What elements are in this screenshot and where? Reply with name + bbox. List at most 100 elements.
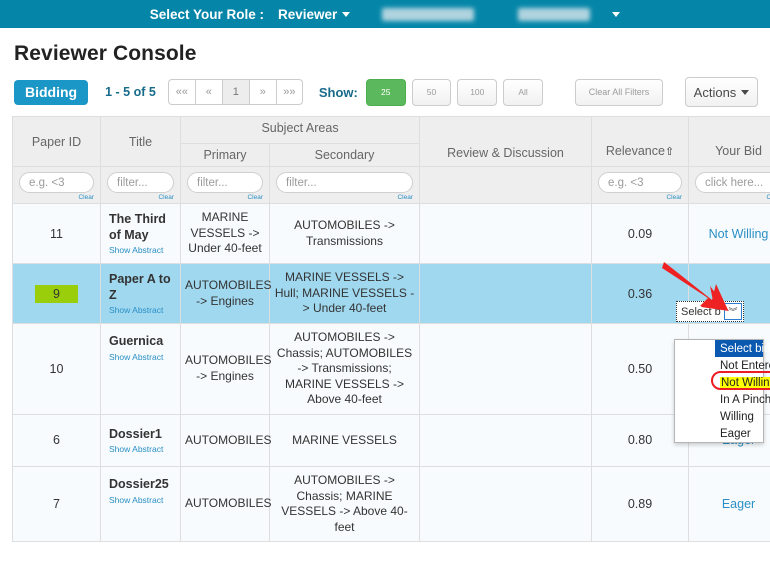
clear-filter-secondary[interactable]: Clear xyxy=(276,194,413,201)
cell-primary-subject: AUTOMOBILES -> Engines xyxy=(181,264,270,324)
clear-filter-primary[interactable]: Clear xyxy=(187,194,263,201)
role-dropdown-value: Reviewer xyxy=(278,7,337,22)
bid-option-in-a-pinch[interactable]: In A Pinch xyxy=(715,391,763,408)
column-header-subject-areas: Subject Areas xyxy=(181,117,420,144)
column-header-secondary[interactable]: Secondary xyxy=(270,144,420,167)
bid-option-willing[interactable]: Willing xyxy=(715,408,763,425)
actions-dropdown-button[interactable]: Actions xyxy=(685,77,758,107)
page-size-all-button[interactable]: All xyxy=(503,79,543,106)
cell-your-bid[interactable]: Eager xyxy=(689,466,770,541)
filter-input-relevance[interactable] xyxy=(598,172,682,193)
table-row[interactable]: 6 Dossier1 Show Abstract AUTOMOBILES MAR… xyxy=(13,414,770,466)
redacted-menu-item xyxy=(518,8,590,21)
filter-input-secondary[interactable] xyxy=(276,172,413,193)
filter-cell-title: Clear xyxy=(101,167,181,204)
show-abstract-link[interactable]: Show Abstract xyxy=(109,495,176,505)
column-header-relevance[interactable]: Relevance⇧ xyxy=(592,117,689,167)
filter-input-your-bid[interactable] xyxy=(695,172,770,193)
clear-filter-title[interactable]: Clear xyxy=(107,194,174,201)
table-row[interactable]: 11 The Third of May Show Abstract MARINE… xyxy=(13,204,770,264)
bid-option-not-entered[interactable]: Not Entered xyxy=(715,357,763,374)
table-row[interactable]: 7 Dossier25 Show Abstract AUTOMOBILES AU… xyxy=(13,466,770,541)
caret-down-icon-secondary[interactable] xyxy=(612,12,620,17)
pagination-control[interactable]: «« « 1 » »» xyxy=(168,79,303,105)
bid-option-eager[interactable]: Eager xyxy=(715,425,763,442)
cell-paper-id: 6 xyxy=(13,414,101,466)
table-header: Paper ID Title Subject Areas Review & Di… xyxy=(13,117,770,204)
filter-input-paper-id[interactable] xyxy=(19,172,94,193)
column-header-review-discussion[interactable]: Review & Discussion xyxy=(420,117,592,167)
bid-value-link[interactable]: Not Willing xyxy=(709,227,769,241)
filter-cell-secondary: Clear xyxy=(270,167,420,204)
relevance-label: Relevance xyxy=(606,144,665,158)
filter-row: Clear Clear Clear Clear Clear Clear xyxy=(13,167,770,204)
paper-title: Guernica xyxy=(109,334,163,348)
show-label: Show: xyxy=(319,85,358,100)
sort-ascending-icon: ⇧ xyxy=(665,146,674,158)
column-header-paper-id[interactable]: Paper ID xyxy=(13,117,101,167)
cell-title: Dossier25 Show Abstract xyxy=(101,466,181,541)
cell-primary-subject: AUTOMOBILES xyxy=(181,414,270,466)
cell-relevance: 0.36 xyxy=(592,264,689,324)
bid-option-not-willing-label: Not Willing xyxy=(720,377,770,389)
cell-review-discussion xyxy=(420,204,592,264)
page-size-50-button[interactable]: 50 xyxy=(412,79,452,106)
pager-prev-button[interactable]: « xyxy=(195,79,222,105)
filter-cell-review-discussion xyxy=(420,167,592,204)
clear-filter-your-bid[interactable]: Clear xyxy=(695,194,770,201)
bid-select-value: Select b xyxy=(681,306,721,318)
bid-option-select-bid[interactable]: Select bid... xyxy=(715,340,763,357)
bid-select-widget[interactable]: Select b ︾ Select bid... Not Entered Not… xyxy=(676,301,744,322)
bidding-tab[interactable]: Bidding xyxy=(14,80,88,105)
pager-last-button[interactable]: »» xyxy=(276,79,303,105)
cell-title: Guernica Show Abstract xyxy=(101,324,181,415)
page-size-100-button[interactable]: 100 xyxy=(457,79,497,106)
paper-title: The Third of May xyxy=(109,212,166,242)
show-abstract-link[interactable]: Show Abstract xyxy=(109,444,176,454)
bid-select-options-list[interactable]: Select bid... Not Entered Not Willing In… xyxy=(674,339,764,443)
cell-paper-id: 7 xyxy=(13,466,101,541)
clear-all-filters-button[interactable]: Clear All Filters xyxy=(575,79,663,106)
pager-page-1-button[interactable]: 1 xyxy=(222,79,249,105)
cell-review-discussion xyxy=(420,264,592,324)
page-size-25-button[interactable]: 25 xyxy=(366,79,406,106)
paper-title: Dossier25 xyxy=(109,477,169,491)
cell-title: The Third of May Show Abstract xyxy=(101,204,181,264)
filter-cell-your-bid: Clear xyxy=(689,167,770,204)
paper-title: Paper A to Z xyxy=(109,272,171,302)
cell-review-discussion xyxy=(420,324,592,415)
column-header-title[interactable]: Title xyxy=(101,117,181,167)
page-title: Reviewer Console xyxy=(0,28,770,66)
table-row[interactable]: 9 Paper A to Z Show Abstract AUTOMOBILES… xyxy=(13,264,770,324)
clear-filter-paper-id[interactable]: Clear xyxy=(19,194,94,201)
bid-value-link[interactable]: Eager xyxy=(722,497,755,511)
cell-review-discussion xyxy=(420,466,592,541)
cell-paper-id: 9 xyxy=(13,264,101,324)
filter-input-primary[interactable] xyxy=(187,172,263,193)
redacted-user-name xyxy=(382,8,474,21)
cell-title: Dossier1 Show Abstract xyxy=(101,414,181,466)
cell-your-bid[interactable]: Not Willing xyxy=(689,204,770,264)
chevron-down-icon[interactable]: ︾ xyxy=(724,303,742,320)
table-row[interactable]: 10 Guernica Show Abstract AUTOMOBILES ->… xyxy=(13,324,770,415)
actions-label: Actions xyxy=(694,85,737,100)
role-dropdown[interactable]: Reviewer xyxy=(278,7,350,22)
bid-option-not-willing[interactable]: Not Willing xyxy=(715,374,763,391)
paper-title: Dossier1 xyxy=(109,427,162,441)
cell-primary-subject: AUTOMOBILES xyxy=(181,466,270,541)
filter-cell-primary: Clear xyxy=(181,167,270,204)
column-header-primary[interactable]: Primary xyxy=(181,144,270,167)
clear-filter-relevance[interactable]: Clear xyxy=(598,194,682,201)
show-abstract-link[interactable]: Show Abstract xyxy=(109,245,176,255)
cell-review-discussion xyxy=(420,414,592,466)
cell-relevance: 0.89 xyxy=(592,466,689,541)
pager-next-button[interactable]: » xyxy=(249,79,276,105)
cell-secondary-subject: AUTOMOBILES -> Chassis; MARINE VESSELS -… xyxy=(270,466,420,541)
show-abstract-link[interactable]: Show Abstract xyxy=(109,352,176,362)
column-header-your-bid[interactable]: Your Bid xyxy=(689,117,770,167)
cell-secondary-subject: AUTOMOBILES -> Transmissions xyxy=(270,204,420,264)
show-abstract-link[interactable]: Show Abstract xyxy=(109,305,176,315)
filter-input-title[interactable] xyxy=(107,172,174,193)
bid-select-box[interactable]: Select b ︾ xyxy=(676,301,744,322)
pager-first-button[interactable]: «« xyxy=(168,79,195,105)
